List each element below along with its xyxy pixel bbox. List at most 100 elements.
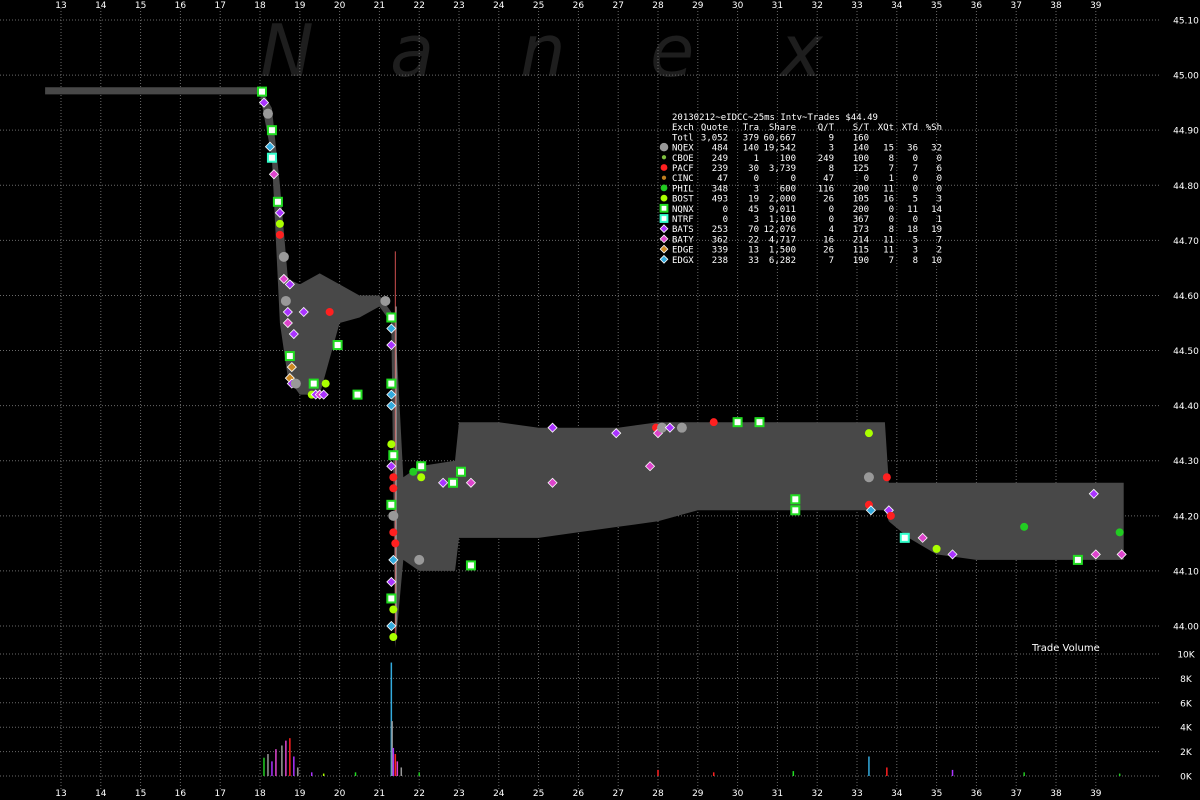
legend-row-cell: 10 [931, 256, 942, 266]
x-tick-label: 29 [692, 789, 704, 799]
legend-row-cell: 4 [829, 225, 834, 235]
price-tick-label: 45.00 [1173, 72, 1199, 82]
legend-row-cell: 100 [780, 154, 796, 164]
trade-marker [262, 108, 273, 119]
trade-marker [732, 417, 743, 428]
x-tick-label: 18 [254, 1, 266, 11]
legend-row-cell: 249 [712, 154, 728, 164]
trade-marker [389, 605, 398, 614]
trade-marker [790, 505, 801, 516]
volume-bar [868, 756, 870, 776]
legend-row-cell: 11 [883, 235, 894, 245]
volume-bar [263, 757, 265, 776]
legend-row-cell: 18 [907, 225, 918, 235]
trade-marker [882, 473, 891, 482]
trade-marker [389, 484, 398, 493]
x-tick-label: 21 [374, 1, 385, 11]
legend-row-cell: 100 [853, 154, 869, 164]
legend-row-cell: 45 [748, 205, 759, 215]
trade-marker [416, 461, 427, 472]
legend-marker [660, 184, 668, 192]
x-tick-label: 32 [811, 1, 822, 11]
volume-bar [886, 767, 888, 776]
legend-row-cell: 26 [823, 246, 834, 256]
watermark-letter: n [520, 9, 566, 93]
legend-row-cell: 362 [712, 235, 728, 245]
volume-bar [418, 772, 420, 776]
legend-row-cell: 493 [712, 195, 728, 205]
x-tick-label: 13 [55, 1, 66, 11]
legend-row-cell: 0 [723, 215, 728, 225]
price-tick-label: 44.50 [1173, 347, 1199, 357]
volume-tick-label: 0K [1180, 773, 1193, 783]
legend-row-cell: 348 [712, 184, 728, 194]
legend-row-cell: 0 [723, 205, 728, 215]
price-tick-label: 45.10 [1173, 17, 1199, 27]
trade-marker [272, 196, 283, 207]
legend-header-cell: Exch [672, 123, 694, 133]
x-tick-labels-bottom: 13 14 15 16 17 18 19 20 21 22 23 24 25 26 27 28 29 30 31 32… [55, 789, 1102, 799]
x-tick-label: 16 [175, 789, 187, 799]
trade-marker [321, 379, 330, 388]
legend-row-cell: 214 [853, 235, 869, 245]
x-tick-label: 22 [413, 1, 424, 11]
legend-row-cell: 253 [712, 225, 728, 235]
x-tick-label: 23 [453, 789, 464, 799]
legend-row-cell: 6,282 [769, 256, 796, 266]
x-tick-label: 38 [1050, 789, 1062, 799]
watermark-letter: a [390, 9, 434, 93]
trade-marker [284, 351, 295, 362]
legend-row-cell: 1 [754, 154, 759, 164]
legend-row-cell: BATY [672, 235, 694, 245]
watermark-letter: e [650, 9, 694, 93]
legend-row-cell: 8 [889, 154, 894, 164]
legend-row-cell: 3 [937, 195, 942, 205]
trade-marker [266, 152, 277, 163]
x-tick-label: 30 [732, 789, 744, 799]
legend-header-cell: %Sh [926, 123, 942, 133]
volume-bar [951, 769, 954, 776]
price-tick-label: 44.30 [1173, 457, 1199, 467]
trade-marker [290, 378, 301, 389]
x-tick-label: 19 [294, 789, 306, 799]
trade-marker [899, 532, 910, 543]
x-tick-label: 22 [413, 789, 424, 799]
legend-row-cell: 1 [889, 174, 894, 184]
trade-marker [308, 378, 319, 389]
x-tick-label: 15 [135, 1, 146, 11]
x-tick-label: 31 [772, 1, 783, 11]
legend-row-cell: 4,717 [769, 235, 796, 245]
legend-row-cell: 19 [748, 195, 759, 205]
volume-bar [293, 756, 295, 776]
x-tick-label: 27 [612, 789, 623, 799]
trade-marker [455, 466, 466, 477]
legend-row-cell: 7 [889, 256, 894, 266]
x-tick-labels-top: 13 14 15 16 17 18 19 20 21 22 23 24 25 26 27 28 29 30 31 32… [55, 1, 1102, 11]
x-tick-label: 14 [95, 1, 107, 11]
volume-bar [657, 769, 659, 776]
legend-row-cell: 200 [853, 205, 869, 215]
legend-row-cell: 0 [913, 184, 918, 194]
legend-marker [660, 164, 668, 171]
legend-row-cell: 11 [907, 205, 918, 215]
trade-marker [863, 472, 874, 483]
legend-row-cell: 7 [889, 164, 894, 174]
trade-marker [414, 554, 425, 565]
x-tick-label: 14 [95, 789, 107, 799]
price-tick-label: 44.40 [1173, 402, 1199, 412]
trade-marker [280, 295, 291, 306]
legend-row-cell: 13 [748, 246, 759, 256]
x-tick-label: 20 [334, 1, 346, 11]
x-tick-label: 26 [573, 1, 585, 11]
watermark: Nanex [260, 9, 824, 93]
legend-header-cell: S/T [853, 123, 870, 133]
x-tick-label: 28 [652, 789, 664, 799]
legend-row-cell: 16 [883, 195, 894, 205]
legend-header-cell: Q/T [818, 123, 835, 133]
trade-marker [386, 593, 397, 604]
x-tick-label: 23 [453, 1, 464, 11]
trade-marker [409, 467, 418, 476]
legend-marker [659, 203, 669, 213]
x-tick-label: 30 [732, 1, 744, 11]
watermark-letter: N [260, 9, 314, 93]
